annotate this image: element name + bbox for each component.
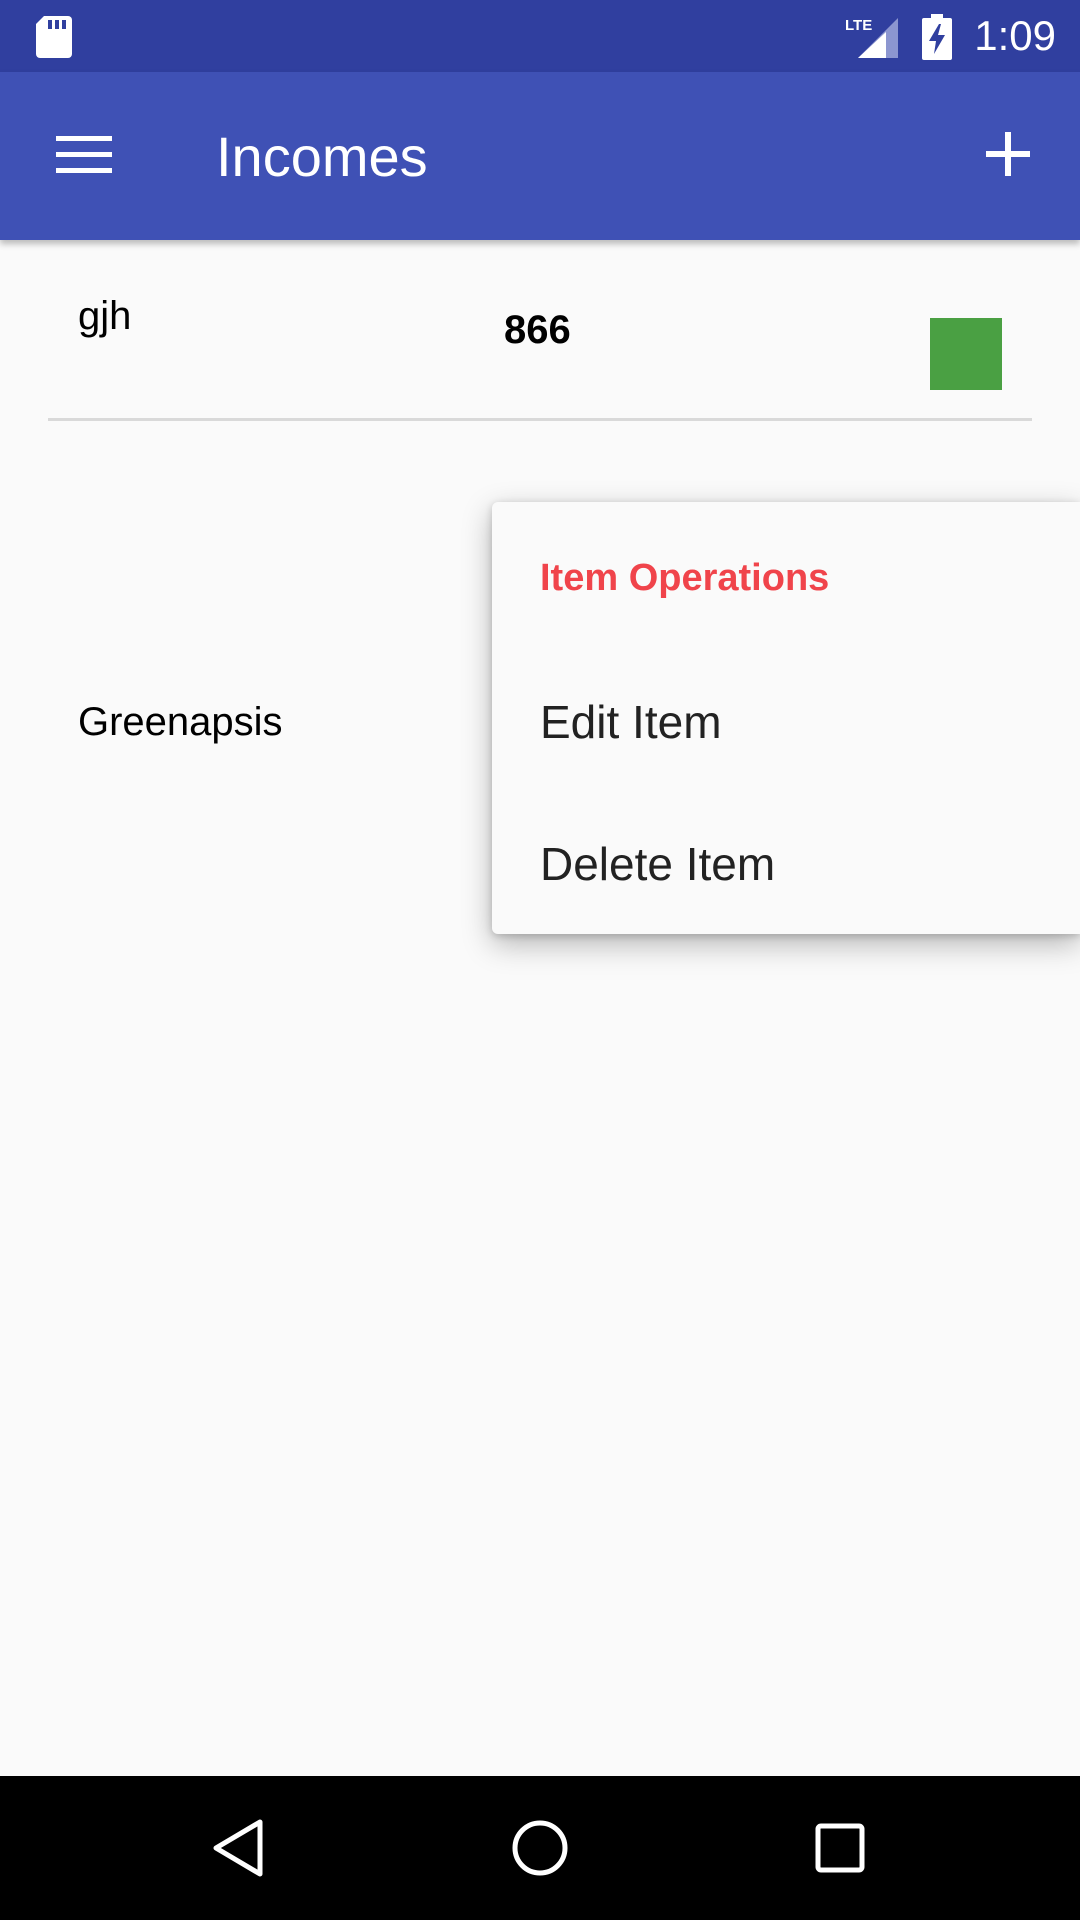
item-name: Greenapsis <box>78 700 283 744</box>
status-clock: 1:09 <box>974 12 1056 59</box>
recent-apps-icon[interactable] <box>808 1816 872 1880</box>
add-icon[interactable] <box>984 130 1032 178</box>
delete-item-option[interactable]: Delete Item <box>492 794 1080 934</box>
app-bar: Incomes <box>0 72 1080 240</box>
item-amount: 866 <box>504 308 571 352</box>
edit-item-label: Edit Item <box>540 696 722 748</box>
home-icon[interactable] <box>508 1816 572 1880</box>
screen: LTE 1:09 Incomes gjh 866 Greenapsis Item… <box>0 0 1080 1920</box>
page-title: Incomes <box>216 125 428 188</box>
svg-text:LTE: LTE <box>845 17 872 34</box>
menu-title: Item Operations <box>540 557 830 599</box>
lte-signal-icon: LTE <box>845 17 898 58</box>
delete-item-label: Delete Item <box>540 838 776 890</box>
item-operations-menu: Item Operations Edit Item Delete Item <box>492 502 1080 934</box>
edit-item-option[interactable]: Edit Item <box>492 652 1080 792</box>
navigation-bar <box>0 1776 1080 1920</box>
back-icon[interactable] <box>208 1816 272 1880</box>
item-color-swatch <box>930 318 1002 390</box>
list-divider <box>48 418 1032 421</box>
battery-charging-icon <box>922 14 952 60</box>
status-bar: LTE 1:09 <box>0 0 1080 72</box>
list-item[interactable]: gjh 866 <box>48 280 1032 412</box>
item-name: gjh <box>78 294 132 338</box>
menu-icon[interactable] <box>56 134 112 176</box>
sd-card-icon <box>36 16 72 58</box>
